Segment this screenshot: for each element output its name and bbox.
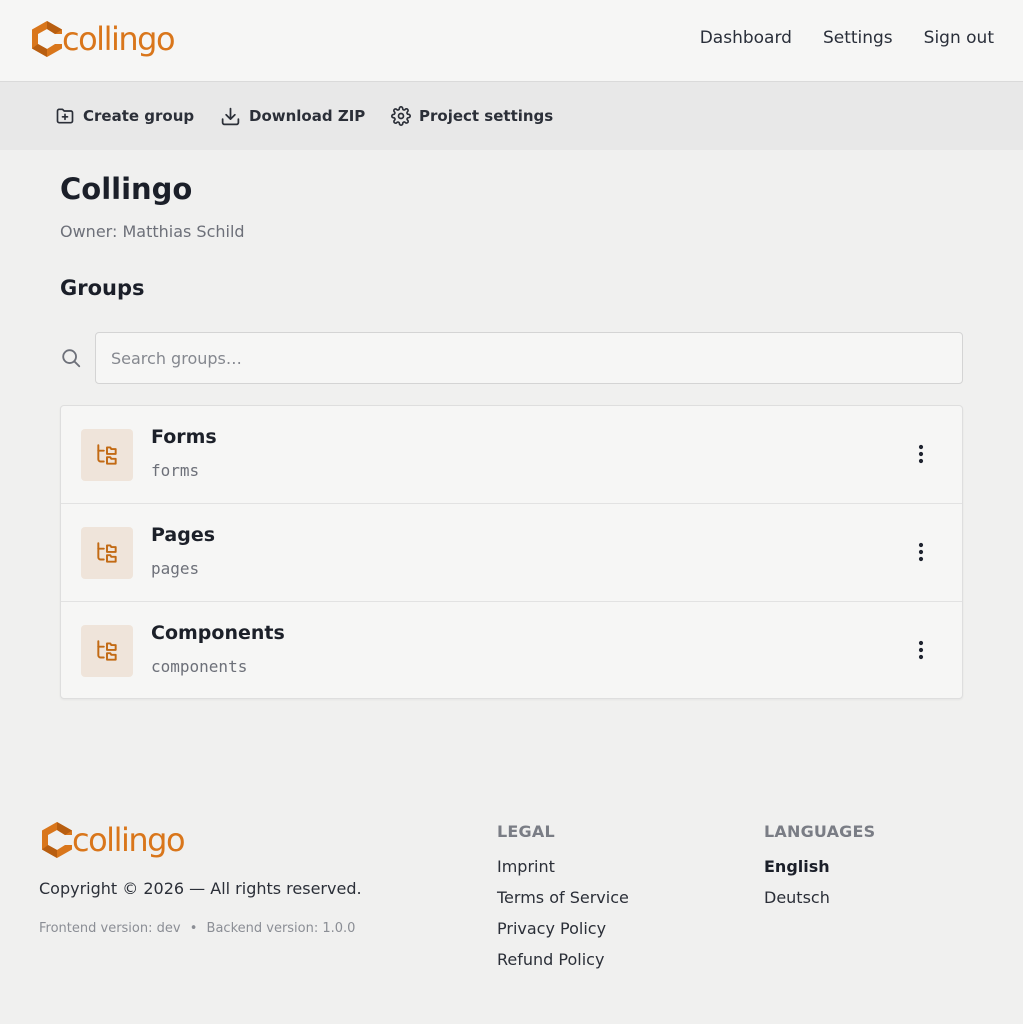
folder-tree-icon	[97, 640, 117, 661]
legal-heading: LEGAL	[497, 822, 555, 841]
group-slug: forms	[151, 461, 200, 480]
version-info: Frontend version: dev • Backend version:…	[39, 921, 355, 936]
page-title: Collingo	[60, 172, 193, 206]
group-name: Components	[151, 622, 285, 644]
folder-tree-icon	[97, 444, 117, 465]
frontend-version: Frontend version: dev	[39, 921, 181, 936]
nav-settings-link[interactable]: Settings	[823, 28, 893, 48]
refund-link[interactable]: Refund Policy	[497, 950, 629, 981]
groups-heading: Groups	[60, 276, 145, 300]
kebab-menu-icon	[918, 444, 924, 464]
group-menu-button[interactable]	[909, 540, 933, 564]
top-nav: Dashboard Settings Sign out	[700, 28, 994, 48]
owner-label: Owner:	[60, 222, 118, 241]
download-zip-label: Download ZIP	[249, 107, 366, 125]
download-icon	[221, 107, 240, 125]
nav-dashboard-link[interactable]: Dashboard	[700, 28, 792, 48]
collingo-logo-icon	[42, 822, 72, 858]
owner-name: Matthias Schild	[122, 222, 245, 241]
footer-legal-column: LEGAL Imprint Terms of Service Privacy P…	[497, 822, 629, 981]
group-row-forms[interactable]: Forms forms	[61, 406, 962, 504]
group-slug: pages	[151, 559, 200, 578]
project-toolbar: Create group Download ZIP Project settin…	[0, 82, 1023, 150]
folder-plus-icon	[56, 108, 74, 124]
copyright-text: Copyright © 2026 — All rights reserved.	[39, 879, 362, 898]
project-owner: Owner: Matthias Schild	[60, 222, 245, 241]
footer-languages-column: LANGUAGES English Deutsch	[764, 822, 875, 919]
languages-heading: LANGUAGES	[764, 822, 876, 841]
collingo-logo[interactable]: collingo	[28, 19, 176, 59]
top-navbar: collingo Dashboard Settings Sign out	[0, 0, 1023, 82]
footer-logo[interactable]: collingo	[38, 820, 186, 860]
download-zip-button[interactable]: Download ZIP	[220, 82, 365, 150]
group-icon-box	[81, 625, 133, 677]
group-menu-button[interactable]	[909, 638, 933, 662]
group-list: Forms forms Pages pages Components compo…	[60, 405, 963, 699]
kebab-menu-icon	[918, 640, 924, 660]
folder-tree-icon	[97, 542, 117, 563]
group-icon-box	[81, 527, 133, 579]
group-menu-button[interactable]	[909, 442, 933, 466]
logo-wordmark: collingo	[72, 821, 186, 859]
nav-signout-link[interactable]: Sign out	[924, 28, 994, 48]
group-row-pages[interactable]: Pages pages	[61, 504, 962, 602]
group-row-components[interactable]: Components components	[61, 602, 962, 700]
create-group-button[interactable]: Create group	[55, 82, 194, 150]
search-icon	[62, 349, 81, 368]
imprint-link[interactable]: Imprint	[497, 857, 629, 888]
language-deutsch-link[interactable]: Deutsch	[764, 888, 875, 919]
collingo-logo-icon	[32, 21, 62, 57]
project-settings-label: Project settings	[419, 107, 554, 125]
create-group-label: Create group	[83, 107, 195, 125]
group-slug: components	[151, 657, 248, 676]
terms-link[interactable]: Terms of Service	[497, 888, 629, 919]
gear-icon	[391, 106, 411, 126]
project-settings-button[interactable]: Project settings	[391, 82, 553, 150]
logo-wordmark: collingo	[62, 20, 176, 58]
search-groups-input[interactable]	[95, 332, 963, 384]
group-icon-box	[81, 429, 133, 481]
version-separator: •	[189, 921, 198, 936]
privacy-link[interactable]: Privacy Policy	[497, 919, 629, 950]
group-name: Pages	[151, 524, 216, 546]
group-name: Forms	[151, 426, 217, 448]
language-english-link[interactable]: English	[764, 857, 875, 888]
backend-version: Backend version: 1.0.0	[206, 921, 356, 936]
kebab-menu-icon	[918, 542, 924, 562]
